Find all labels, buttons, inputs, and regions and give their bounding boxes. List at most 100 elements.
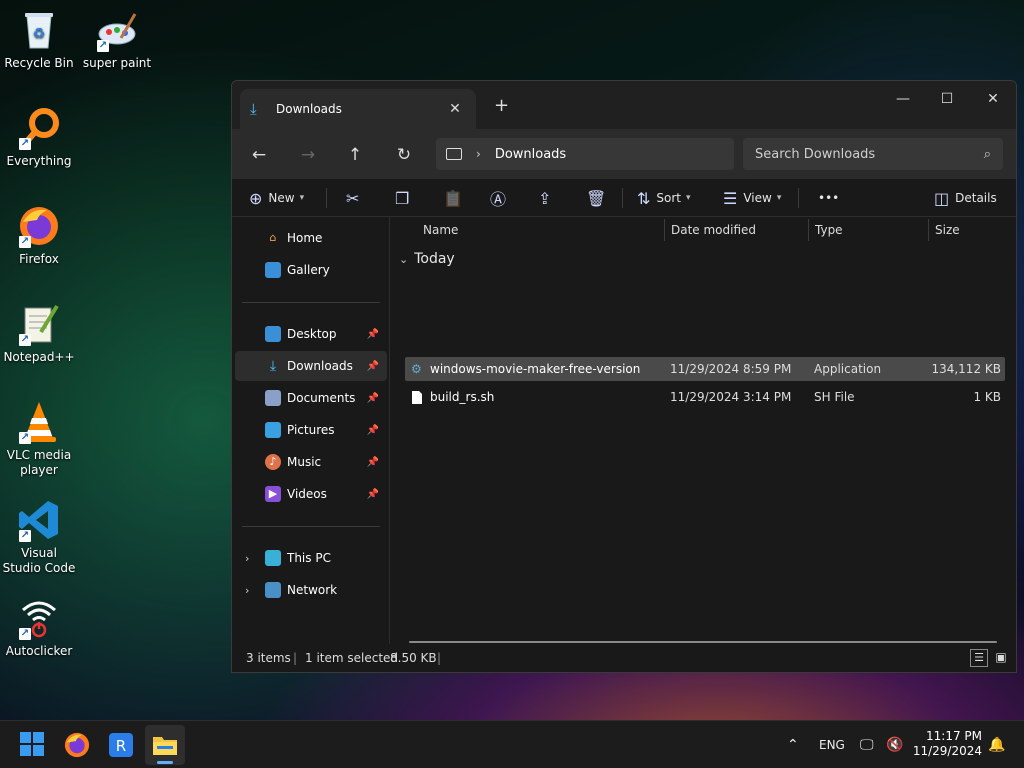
rename-button[interactable]: Ⓐ (490, 185, 512, 211)
more-options-button[interactable]: ••• (818, 185, 839, 211)
desktop-icon-vlc[interactable]: ↗ VLC media player (1, 400, 77, 478)
sidebar-item-label: This PC (287, 551, 331, 565)
group-header-today[interactable]: ⌄ Today (399, 251, 455, 267)
minimize-button[interactable]: — (880, 85, 926, 113)
sidebar-item-downloads[interactable]: ⤓ Downloads 📌 (235, 351, 387, 381)
divider (798, 188, 799, 208)
tab-downloads[interactable]: ⤓ Downloads ✕ (240, 89, 476, 129)
network-status-icon[interactable]: 🖵 (860, 721, 874, 768)
sidebar-item-music[interactable]: ♪ Music 📌 (235, 447, 387, 477)
sidebar-item-this-pc[interactable]: › This PC (235, 543, 387, 573)
notification-bell-icon[interactable]: 🔔 (988, 721, 1005, 768)
desktop-icon-everything[interactable]: ↗ Everything (1, 106, 77, 169)
column-header-name[interactable]: Name (423, 217, 458, 243)
sidebar-item-documents[interactable]: Documents 📌 (235, 383, 387, 413)
divider[interactable] (808, 219, 809, 241)
details-view-toggle[interactable]: ☰ (970, 649, 988, 667)
monitor-icon (446, 148, 462, 160)
pin-icon[interactable]: 📌 (367, 425, 379, 436)
home-icon: ⌂ (269, 231, 277, 244)
tab-close-button[interactable]: ✕ (444, 101, 466, 117)
application-icon: ⚙ (411, 362, 422, 376)
desktop-icon-recycle-bin[interactable]: ♻ Recycle Bin (1, 8, 77, 71)
delete-button[interactable]: 🗑 (586, 185, 612, 211)
close-window-button[interactable]: ✕ (970, 85, 1016, 113)
back-button[interactable]: ← (247, 143, 271, 167)
cut-button[interactable]: ✂ (346, 185, 365, 211)
svg-text:R: R (116, 737, 126, 755)
volume-muted-icon[interactable]: 🔇 (886, 721, 903, 768)
pin-icon[interactable]: 📌 (367, 489, 379, 500)
language-indicator[interactable]: ENG (819, 721, 845, 768)
pin-icon[interactable]: 📌 (367, 457, 379, 468)
start-button[interactable] (19, 731, 47, 759)
column-header-size[interactable]: Size (935, 217, 960, 243)
table-row[interactable]: build_rs.sh 11/29/2024 3:14 PM SH File 1… (405, 385, 1005, 409)
up-button[interactable]: ↑ (343, 143, 367, 167)
desktop-icon-notepadpp[interactable]: ↗ Notepad++ (1, 302, 77, 365)
column-header-type[interactable]: Type (815, 217, 843, 243)
view-label: View (743, 191, 772, 205)
view-button[interactable]: ☰ View ▾ (723, 185, 781, 211)
refresh-button[interactable]: ↻ (392, 143, 416, 167)
column-header-date[interactable]: Date modified (671, 217, 756, 243)
download-arrow-icon: ⤓ (250, 100, 257, 118)
share-button[interactable]: ⇪ (538, 185, 557, 211)
clock[interactable]: 11:17 PM 11/29/2024 (913, 729, 982, 759)
file-date: 11/29/2024 3:14 PM (670, 390, 792, 404)
desktop-icon-vscode[interactable]: ↗ Visual Studio Code (1, 498, 77, 576)
tiles-view-toggle[interactable]: ▣ (992, 649, 1010, 667)
breadcrumb-downloads[interactable]: Downloads (495, 147, 566, 162)
new-tab-button[interactable]: + (494, 95, 509, 116)
details-pane-button[interactable]: ◫ Details (934, 185, 997, 211)
file-name: build_rs.sh (430, 390, 495, 404)
taskbar-firefox[interactable] (63, 731, 91, 759)
sidebar-item-network[interactable]: › Network (235, 575, 387, 605)
divider[interactable] (928, 219, 929, 241)
group-label: Today (414, 251, 455, 267)
pin-icon[interactable]: 📌 (367, 329, 379, 340)
vscode-icon: ↗ (17, 498, 61, 542)
new-button[interactable]: ⊕ New ▾ (249, 185, 304, 211)
pin-icon[interactable]: 📌 (367, 361, 379, 372)
taskbar-file-explorer[interactable] (145, 725, 185, 765)
sidebar-item-label: Videos (287, 487, 327, 501)
forward-button[interactable]: → (296, 143, 320, 167)
pin-icon[interactable]: 📌 (367, 393, 379, 404)
desktop-icon-autoclicker[interactable]: ↗ Autoclicker (1, 596, 77, 659)
copy-icon: ❐ (395, 188, 410, 208)
copy-button[interactable]: ❐ (395, 185, 415, 211)
file-list: Name Date modified Type Size ⌄ Today ⚙ wi… (391, 217, 1016, 644)
sidebar-item-gallery[interactable]: Gallery (235, 255, 387, 285)
chevron-right-icon[interactable]: › (245, 552, 249, 565)
desktop-icon-label: Everything (6, 154, 72, 168)
notepadpp-icon: ↗ (17, 302, 61, 346)
desktop-icon-firefox[interactable]: ↗ Firefox (1, 204, 77, 267)
taskbar-remote-app[interactable]: R (107, 731, 135, 759)
sidebar-item-pictures[interactable]: Pictures 📌 (235, 415, 387, 445)
show-hidden-icons-button[interactable]: ⌃ (787, 721, 799, 768)
file-type: SH File (814, 390, 855, 404)
firefox-icon (64, 732, 90, 758)
chevron-down-icon: ▾ (299, 193, 305, 203)
sort-button[interactable]: ⇅ Sort ▾ (637, 185, 691, 211)
file-type: Application (814, 362, 882, 376)
maximize-button[interactable]: ☐ (924, 85, 970, 113)
search-box[interactable]: Search Downloads ⌕ (743, 138, 1003, 170)
details-label: Details (955, 191, 997, 205)
sidebar-item-desktop[interactable]: Desktop 📌 (235, 319, 387, 349)
desktop-icon-label: Autoclicker (5, 644, 73, 658)
magnifier-icon: ↗ (17, 106, 61, 150)
search-icon: ⌕ (983, 146, 991, 162)
sidebar-item-videos[interactable]: ▶ Videos 📌 (235, 479, 387, 509)
table-row[interactable]: ⚙ windows-movie-maker-free-version 11/29… (405, 357, 1005, 381)
chevron-right-icon[interactable]: › (245, 584, 249, 597)
search-input[interactable]: Search Downloads (755, 147, 984, 162)
horizontal-scrollbar[interactable] (409, 641, 997, 643)
paste-button[interactable]: 📋 (443, 185, 469, 211)
computer-icon (265, 550, 281, 566)
divider[interactable] (664, 219, 665, 241)
sidebar-item-home[interactable]: ⌂ Home (235, 223, 387, 253)
desktop-icon-super-paint[interactable]: ↗ super paint (79, 8, 155, 71)
address-bar[interactable]: › Downloads (436, 138, 734, 170)
